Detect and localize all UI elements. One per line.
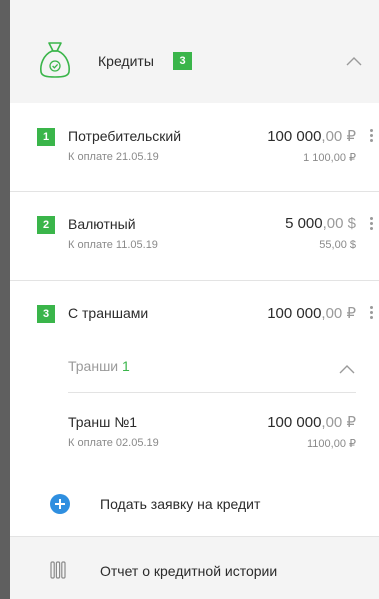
tranche-item[interactable]: Транш №1 100 000,00 ₽ К оплате 02.05.19 … <box>10 393 379 473</box>
tranche-due-date: К оплате 02.05.19 <box>68 437 159 449</box>
tranche-amount: 100 000,00 ₽ <box>267 413 356 431</box>
plus-icon <box>50 494 70 514</box>
tranches-count: 1 <box>122 358 130 374</box>
page-title: Кредиты <box>98 53 154 69</box>
loan-name: Потребительский <box>68 128 182 144</box>
loan-name: С траншами <box>68 305 149 321</box>
loan-payment: 1 100,00 ₽ <box>303 152 356 164</box>
loan-amount: 100 000,00 ₽ <box>267 127 356 145</box>
chevron-up-icon[interactable] <box>339 364 355 374</box>
loan-payment: 55,00 $ <box>319 239 356 251</box>
loan-amount-integer: 5 000 <box>285 215 323 232</box>
more-options-icon[interactable] <box>370 129 374 143</box>
apply-credit-button[interactable]: Подать заявку на кредит <box>10 483 379 523</box>
tranche-name: Транш №1 <box>68 414 137 430</box>
loan-amount-fraction: ,00 $ <box>322 215 356 232</box>
loan-item[interactable]: 2 Валютный 5 000,00 $ К оплате 11.05.19 … <box>10 192 379 280</box>
tranches-label: Транши 1 <box>68 358 130 374</box>
loan-item[interactable]: 3 С траншами 100 000,00 ₽ <box>10 281 379 341</box>
apply-credit-label: Подать заявку на кредит <box>100 496 261 512</box>
more-options-icon[interactable] <box>370 217 374 231</box>
count-badge: 3 <box>173 52 192 70</box>
credits-panel: Кредиты 3 1 Потребительский 100 000,00 ₽… <box>10 0 379 599</box>
loan-amount-integer: 100 000 <box>267 128 322 145</box>
loan-amount-fraction: ,00 ₽ <box>321 305 356 322</box>
credit-history-report-button[interactable]: Отчет о кредитной истории <box>10 537 379 599</box>
credits-header[interactable]: Кредиты 3 <box>10 0 379 103</box>
tranche-payment: 1100,00 ₽ <box>306 438 356 450</box>
tranche-amount-integer: 100 000 <box>267 414 322 431</box>
chevron-up-icon[interactable] <box>346 56 362 66</box>
money-bag-icon <box>40 42 70 78</box>
tranche-amount-fraction: ,00 ₽ <box>321 414 356 431</box>
loan-amount-integer: 100 000 <box>267 305 322 322</box>
loan-index-badge: 2 <box>37 216 55 234</box>
loan-due-date: К оплате 11.05.19 <box>68 239 158 251</box>
more-options-icon[interactable] <box>370 306 374 320</box>
report-icon <box>50 561 66 579</box>
credit-history-report-label: Отчет о кредитной истории <box>100 563 278 579</box>
loan-index-badge: 1 <box>37 128 55 146</box>
loan-amount: 100 000,00 ₽ <box>267 304 356 322</box>
loan-name: Валютный <box>68 216 136 232</box>
tranches-title: Транши <box>68 358 119 374</box>
loan-index-badge: 3 <box>37 305 55 323</box>
loan-item[interactable]: 1 Потребительский 100 000,00 ₽ К оплате … <box>10 103 379 191</box>
loan-amount-fraction: ,00 ₽ <box>321 128 356 145</box>
loan-due-date: К оплате 21.05.19 <box>68 151 159 163</box>
loan-amount: 5 000,00 $ <box>285 215 356 232</box>
